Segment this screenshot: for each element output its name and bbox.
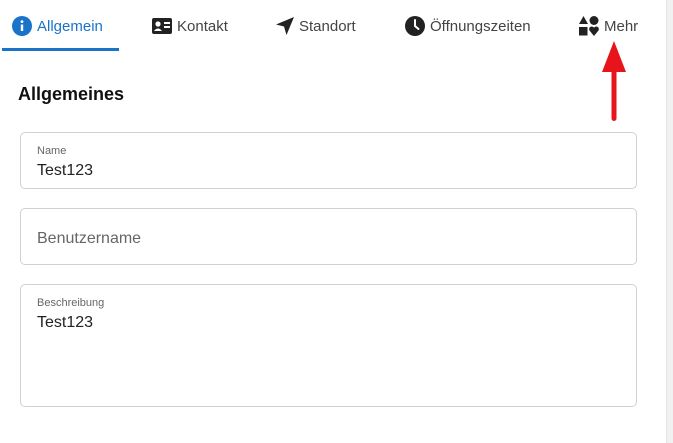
clock-icon xyxy=(405,16,425,36)
tab-kontakt[interactable]: Kontakt xyxy=(152,0,228,52)
scrollbar-track xyxy=(666,0,673,443)
name-field[interactable]: Name Test123 xyxy=(20,132,637,189)
description-field-value: Test123 xyxy=(37,314,94,331)
tab-label: Öffnungszeiten xyxy=(430,17,531,35)
name-field-label: Name xyxy=(37,145,67,157)
tab-allgemein[interactable]: Allgemein xyxy=(12,0,103,52)
tab-bar: Allgemein Kontakt Standort Öffnungszeite… xyxy=(0,0,667,52)
contact-card-icon xyxy=(152,18,172,34)
username-placeholder: Benutzername xyxy=(37,230,142,247)
description-field-label: Beschreibung xyxy=(37,297,105,309)
tab-oeffnungszeiten[interactable]: Öffnungszeiten xyxy=(405,0,531,52)
name-field-value: Test123 xyxy=(37,162,94,179)
username-field[interactable]: Benutzername xyxy=(20,208,637,265)
tab-label: Allgemein xyxy=(37,17,103,35)
description-field[interactable]: Beschreibung Test123 xyxy=(20,284,637,407)
tab-label: Standort xyxy=(299,17,356,35)
section-title: Allgemeines xyxy=(18,84,125,104)
red-arrow-annotation xyxy=(600,41,628,128)
shapes-icon xyxy=(579,16,599,36)
active-tab-indicator xyxy=(2,48,119,51)
tab-standort[interactable]: Standort xyxy=(276,0,356,52)
location-arrow-icon xyxy=(276,17,294,35)
info-circle-icon xyxy=(12,16,32,36)
tab-label: Mehr xyxy=(604,17,639,35)
tab-label: Kontakt xyxy=(177,17,228,35)
